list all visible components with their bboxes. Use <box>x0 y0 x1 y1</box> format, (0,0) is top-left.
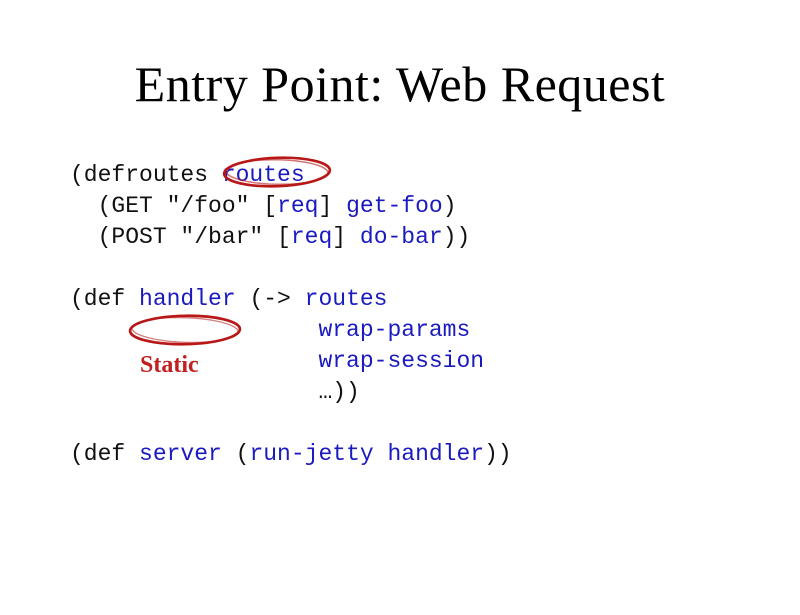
code-token <box>70 317 318 343</box>
code-token: ( <box>222 441 250 467</box>
code-token: ] <box>332 224 360 250</box>
code-token: )) <box>484 441 512 467</box>
code-token-handler: handler <box>139 286 236 312</box>
code-token: ] <box>318 193 346 219</box>
code-token: run-jetty handler <box>249 441 484 467</box>
code-token: (GET <box>70 193 167 219</box>
code-token: "/foo" <box>167 193 250 219</box>
code-token-routes: routes <box>222 162 305 188</box>
code-token: [ <box>249 193 277 219</box>
code-token: ) <box>443 193 457 219</box>
code-token: wrap-params <box>318 317 470 343</box>
annotation-label-static: Static <box>140 352 199 379</box>
code-token: server <box>139 441 222 467</box>
code-token: req <box>277 193 318 219</box>
code-token: get-foo <box>346 193 443 219</box>
code-token: (def <box>70 441 139 467</box>
code-token: do-bar <box>360 224 443 250</box>
code-token: wrap-session <box>318 348 484 374</box>
code-token: req <box>291 224 332 250</box>
code-token: (POST <box>70 224 180 250</box>
code-token: routes <box>305 286 388 312</box>
code-block: (defroutes routes (GET "/foo" [req] get-… <box>70 160 512 470</box>
code-token: …)) <box>70 379 360 405</box>
code-token: "/bar" <box>180 224 263 250</box>
code-token: (def <box>70 286 139 312</box>
code-token: [ <box>263 224 291 250</box>
code-token: (defroutes <box>70 162 222 188</box>
code-token: (-> <box>236 286 305 312</box>
slide-title: Entry Point: Web Request <box>0 55 800 113</box>
code-token: )) <box>443 224 471 250</box>
